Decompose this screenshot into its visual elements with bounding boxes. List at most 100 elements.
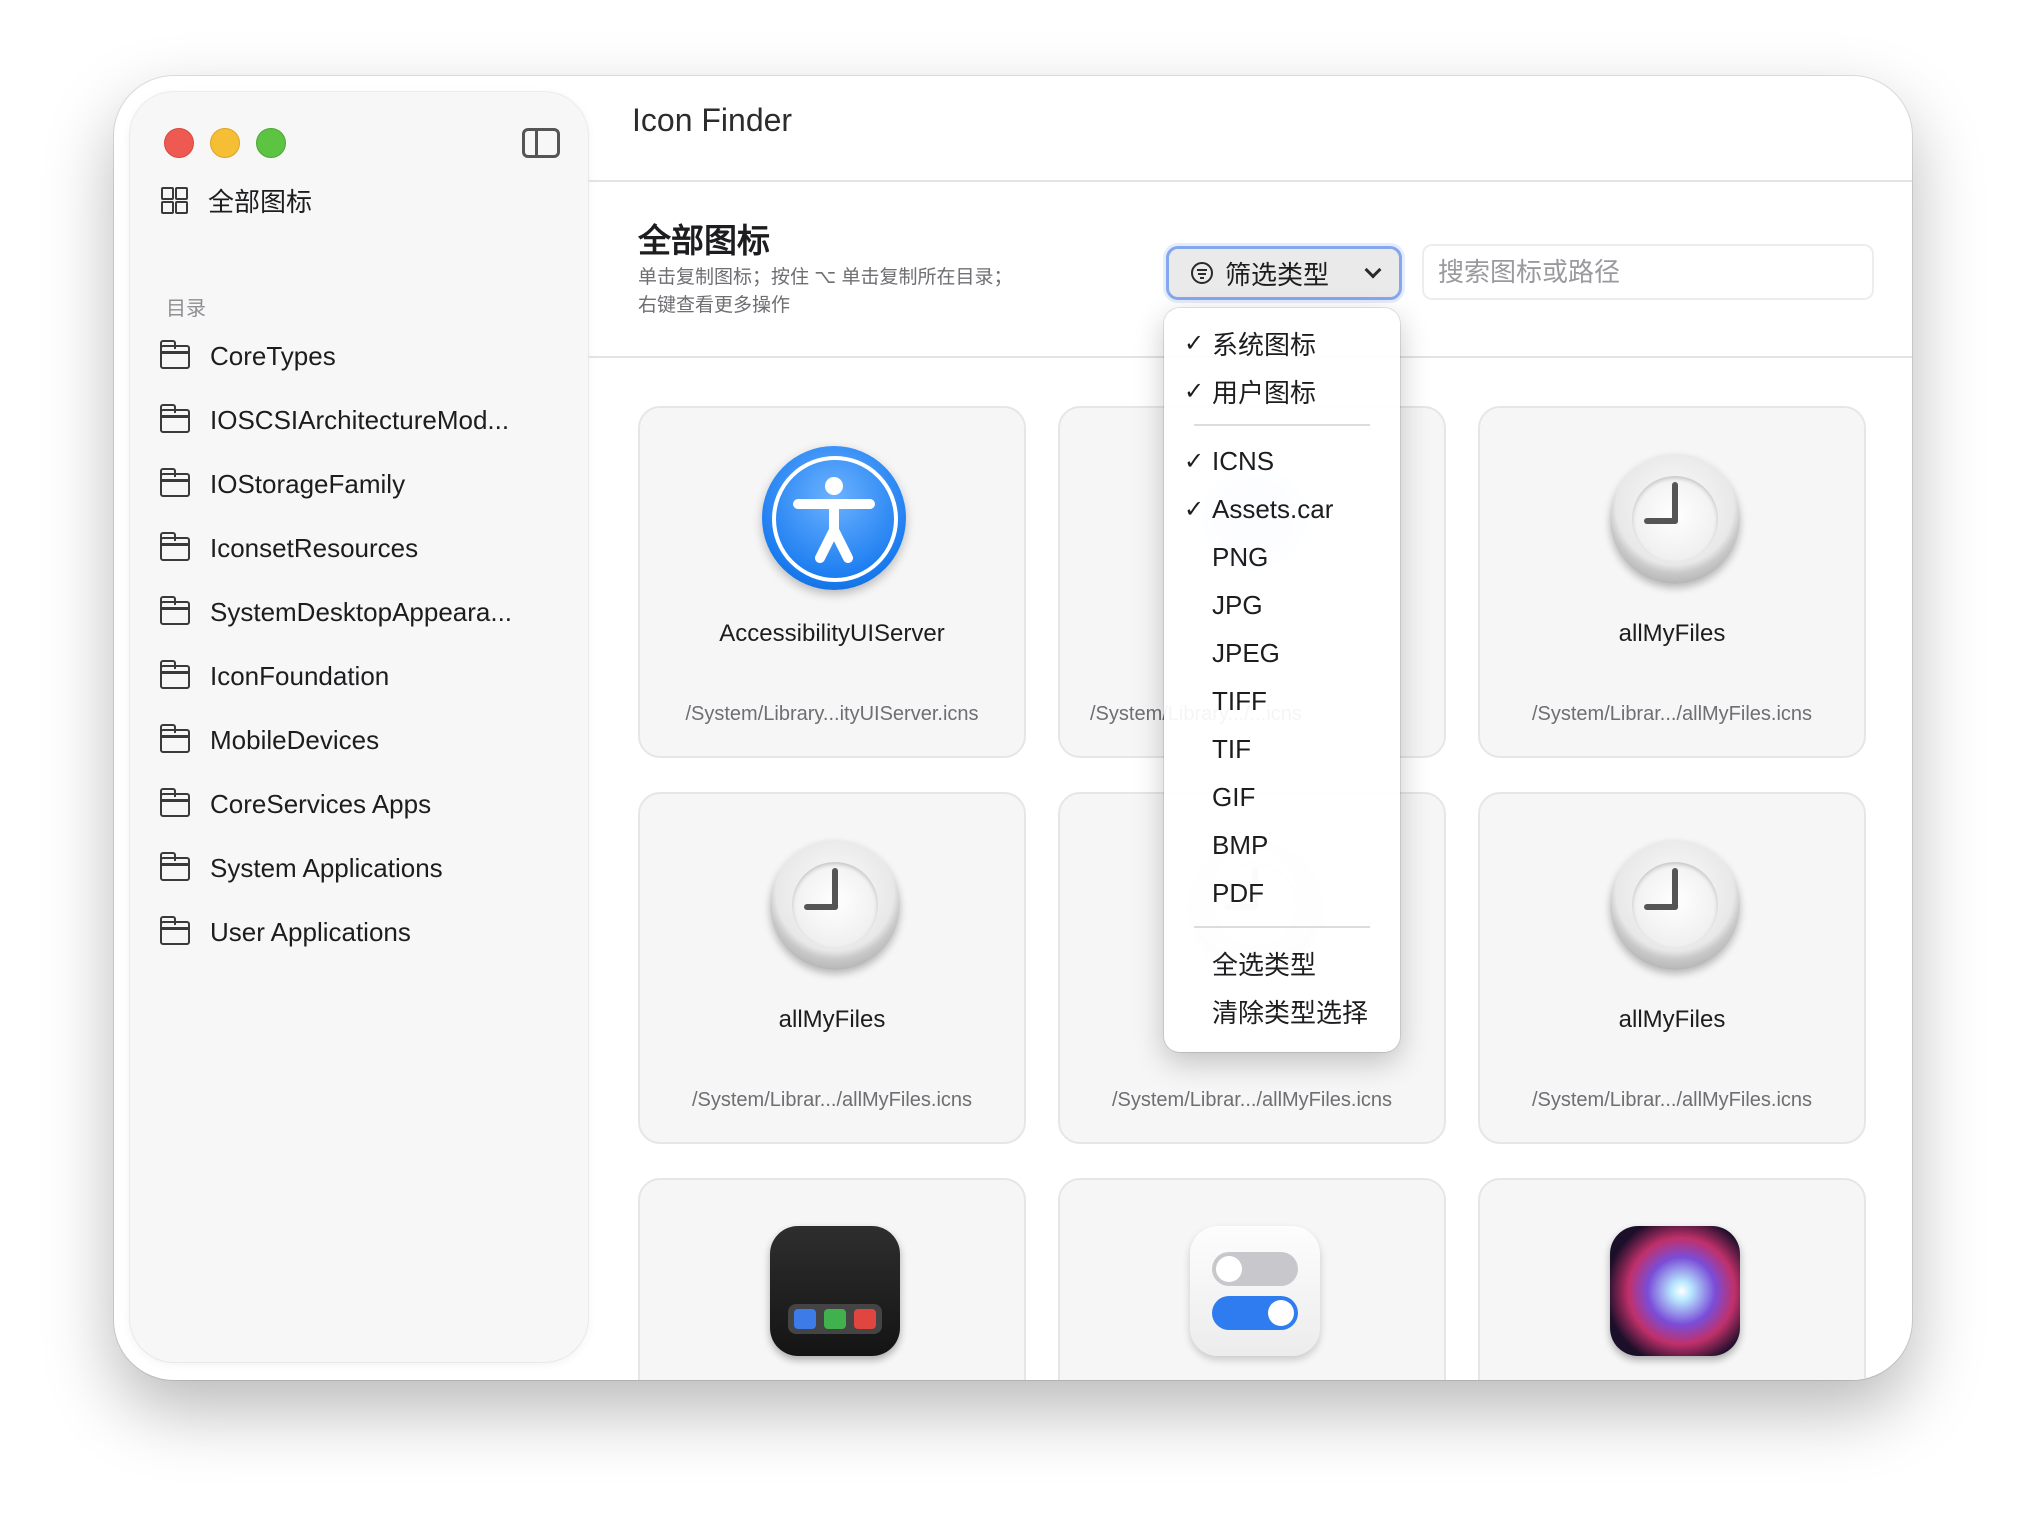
sidebar-item-label: IOSCSIArchitectureMod...: [210, 404, 510, 435]
folder-icon: [159, 340, 190, 369]
minimize-window-button[interactable]: [210, 128, 240, 158]
sidebar-item-user-applications[interactable]: User Applications: [159, 906, 560, 958]
menu-item-user-icons[interactable]: ✓ 用户图标: [1164, 368, 1400, 414]
sidebar-item-label: System Applications: [210, 852, 443, 883]
checkmark-icon: ✓: [1184, 495, 1205, 523]
sidebar-item-mobiledevices[interactable]: MobileDevices: [159, 714, 560, 766]
filter-type-label: 筛选类型: [1225, 259, 1330, 290]
menu-item-label: 系统图标: [1212, 329, 1317, 360]
icon-card-path: /System/Librar.../allMyFiles.icns: [1531, 703, 1813, 725]
accessibility-icon: [762, 446, 906, 590]
folder-icon: [159, 916, 190, 945]
sidebar-item-coretypes[interactable]: CoreTypes: [159, 330, 560, 382]
toggles-icon: [1182, 1218, 1326, 1362]
menu-item-jpg[interactable]: JPG: [1164, 582, 1400, 628]
folder-icon: [159, 788, 190, 817]
filter-icon: [1191, 262, 1213, 284]
sidebar-item-label: IconsetResources: [210, 532, 419, 563]
clock-icon: [1602, 446, 1746, 590]
folder-icon: [159, 596, 190, 625]
help-text-line: 单击复制图标；按住 ⌥ 单击复制所在目录；: [638, 267, 1013, 288]
folder-icon: [159, 404, 190, 433]
icon-card-name: allMyFiles: [778, 1006, 886, 1033]
grid-icon: [160, 186, 188, 214]
menu-item-bmp[interactable]: BMP: [1164, 822, 1400, 868]
menu-item-pdf[interactable]: PDF: [1164, 870, 1400, 916]
menu-item-label: BMP: [1212, 829, 1269, 860]
clock-icon: [1602, 832, 1746, 976]
icon-card[interactable]: allMyFiles /System/Librar.../allMyFiles.…: [638, 792, 1026, 1144]
menu-item-label: 全选类型: [1212, 949, 1317, 980]
icon-card[interactable]: allMyFiles /System/Librar.../allMyFiles.…: [1478, 406, 1866, 758]
sidebar-item-iconfoundation[interactable]: IconFoundation: [159, 650, 560, 702]
sidebar-item-label: 全部图标: [208, 186, 313, 217]
icon-card-name: AccessibilityUIServer: [719, 620, 945, 647]
sidebar-item-label: User Applications: [210, 916, 411, 947]
chevron-down-icon: [1364, 261, 1382, 279]
sidebar-item-label: IconFoundation: [210, 660, 390, 691]
menu-item-label: TIF: [1212, 733, 1251, 764]
sidebar: 全部图标 目录 CoreTypes IOSCSIArchitectureMod.…: [130, 92, 588, 1362]
zoom-window-button[interactable]: [256, 128, 286, 158]
sidebar-item-ioscsi[interactable]: IOSCSIArchitectureMod...: [159, 394, 560, 446]
menu-item-jpeg[interactable]: JPEG: [1164, 630, 1400, 676]
sidebar-item-system-applications[interactable]: System Applications: [159, 842, 560, 894]
icon-card[interactable]: [1478, 1178, 1866, 1380]
icon-card-path: /System/Librar.../allMyFiles.icns: [1111, 1089, 1393, 1111]
page-title: 全部图标: [638, 222, 770, 259]
menu-item-label: 清除类型选择: [1212, 997, 1369, 1028]
menu-item-png[interactable]: PNG: [1164, 534, 1400, 580]
icon-card[interactable]: AccessibilityUIServer /System/Library...…: [638, 406, 1026, 758]
window-title: Icon Finder: [632, 102, 793, 138]
menu-item-gif[interactable]: GIF: [1164, 774, 1400, 820]
sidebar-item-label: CoreServices Apps: [210, 788, 432, 819]
menu-item-clear-selection[interactable]: 清除类型选择: [1164, 988, 1400, 1034]
clock-icon: [762, 832, 906, 976]
menu-item-icns[interactable]: ✓ ICNS: [1164, 438, 1400, 484]
sidebar-section-label: 目录: [166, 298, 206, 320]
icon-card-path: /System/Library...ityUIServer.icns: [685, 703, 979, 725]
icon-card-path: /System/Librar.../allMyFiles.icns: [1531, 1089, 1813, 1111]
close-window-button[interactable]: [164, 128, 194, 158]
siri-icon: [1602, 1218, 1746, 1362]
menu-divider: [1194, 926, 1370, 928]
sidebar-item-label: IOStorageFamily: [210, 468, 406, 499]
sidebar-item-label: CoreTypes: [210, 340, 336, 371]
menu-item-system-icons[interactable]: ✓ 系统图标: [1164, 320, 1400, 366]
filter-type-menu: ✓ 系统图标 ✓ 用户图标 ✓ ICNS ✓ Assets.car PNG JP…: [1164, 308, 1400, 1052]
help-text: 单击复制图标；按住 ⌥ 单击复制所在目录； 右键查看更多操作: [638, 264, 1078, 320]
icon-card-name: allMyFiles: [1618, 620, 1726, 647]
checkmark-icon: ✓: [1184, 329, 1205, 357]
sidebar-item-iconsetresources[interactable]: IconsetResources: [159, 522, 560, 574]
sidebar-item-label: MobileDevices: [210, 724, 380, 755]
help-text-line: 右键查看更多操作: [638, 295, 791, 316]
menu-item-tif[interactable]: TIF: [1164, 726, 1400, 772]
menu-item-label: JPEG: [1212, 637, 1280, 668]
menu-item-label: JPG: [1212, 589, 1263, 620]
menu-item-tiff[interactable]: TIFF: [1164, 678, 1400, 724]
sidebar-item-systemdesktop[interactable]: SystemDesktopAppeara...: [159, 586, 560, 638]
menu-divider: [1194, 424, 1370, 426]
sidebar-item-all-icons[interactable]: 全部图标: [160, 174, 560, 226]
search-input[interactable]: [1422, 244, 1874, 300]
sidebar-item-iostoragefamily[interactable]: IOStorageFamily: [159, 458, 560, 510]
menu-item-label: PNG: [1212, 541, 1269, 572]
sidebar-item-coreservices-apps[interactable]: CoreServices Apps: [159, 778, 560, 830]
app-window: 全部图标 目录 CoreTypes IOSCSIArchitectureMod.…: [114, 76, 1912, 1380]
icon-card-path: /System/Librar.../allMyFiles.icns: [691, 1089, 973, 1111]
titlebar-divider: [588, 180, 1912, 182]
menu-item-label: 用户图标: [1212, 377, 1317, 408]
menu-item-select-all[interactable]: 全选类型: [1164, 940, 1400, 986]
sidebar-toggle-icon[interactable]: [522, 128, 560, 158]
menu-item-label: GIF: [1212, 781, 1256, 812]
icon-card[interactable]: allMyFiles /System/Librar.../allMyFiles.…: [1478, 792, 1866, 1144]
filter-type-button[interactable]: 筛选类型: [1166, 246, 1402, 300]
folder-icon: [159, 724, 190, 753]
icon-card[interactable]: [638, 1178, 1026, 1380]
icon-card[interactable]: [1058, 1178, 1446, 1380]
menu-item-assets-car[interactable]: ✓ Assets.car: [1164, 486, 1400, 532]
folder-icon: [159, 660, 190, 689]
menu-item-label: TIFF: [1212, 685, 1267, 716]
checkmark-icon: ✓: [1184, 447, 1205, 475]
folder-icon: [159, 852, 190, 881]
